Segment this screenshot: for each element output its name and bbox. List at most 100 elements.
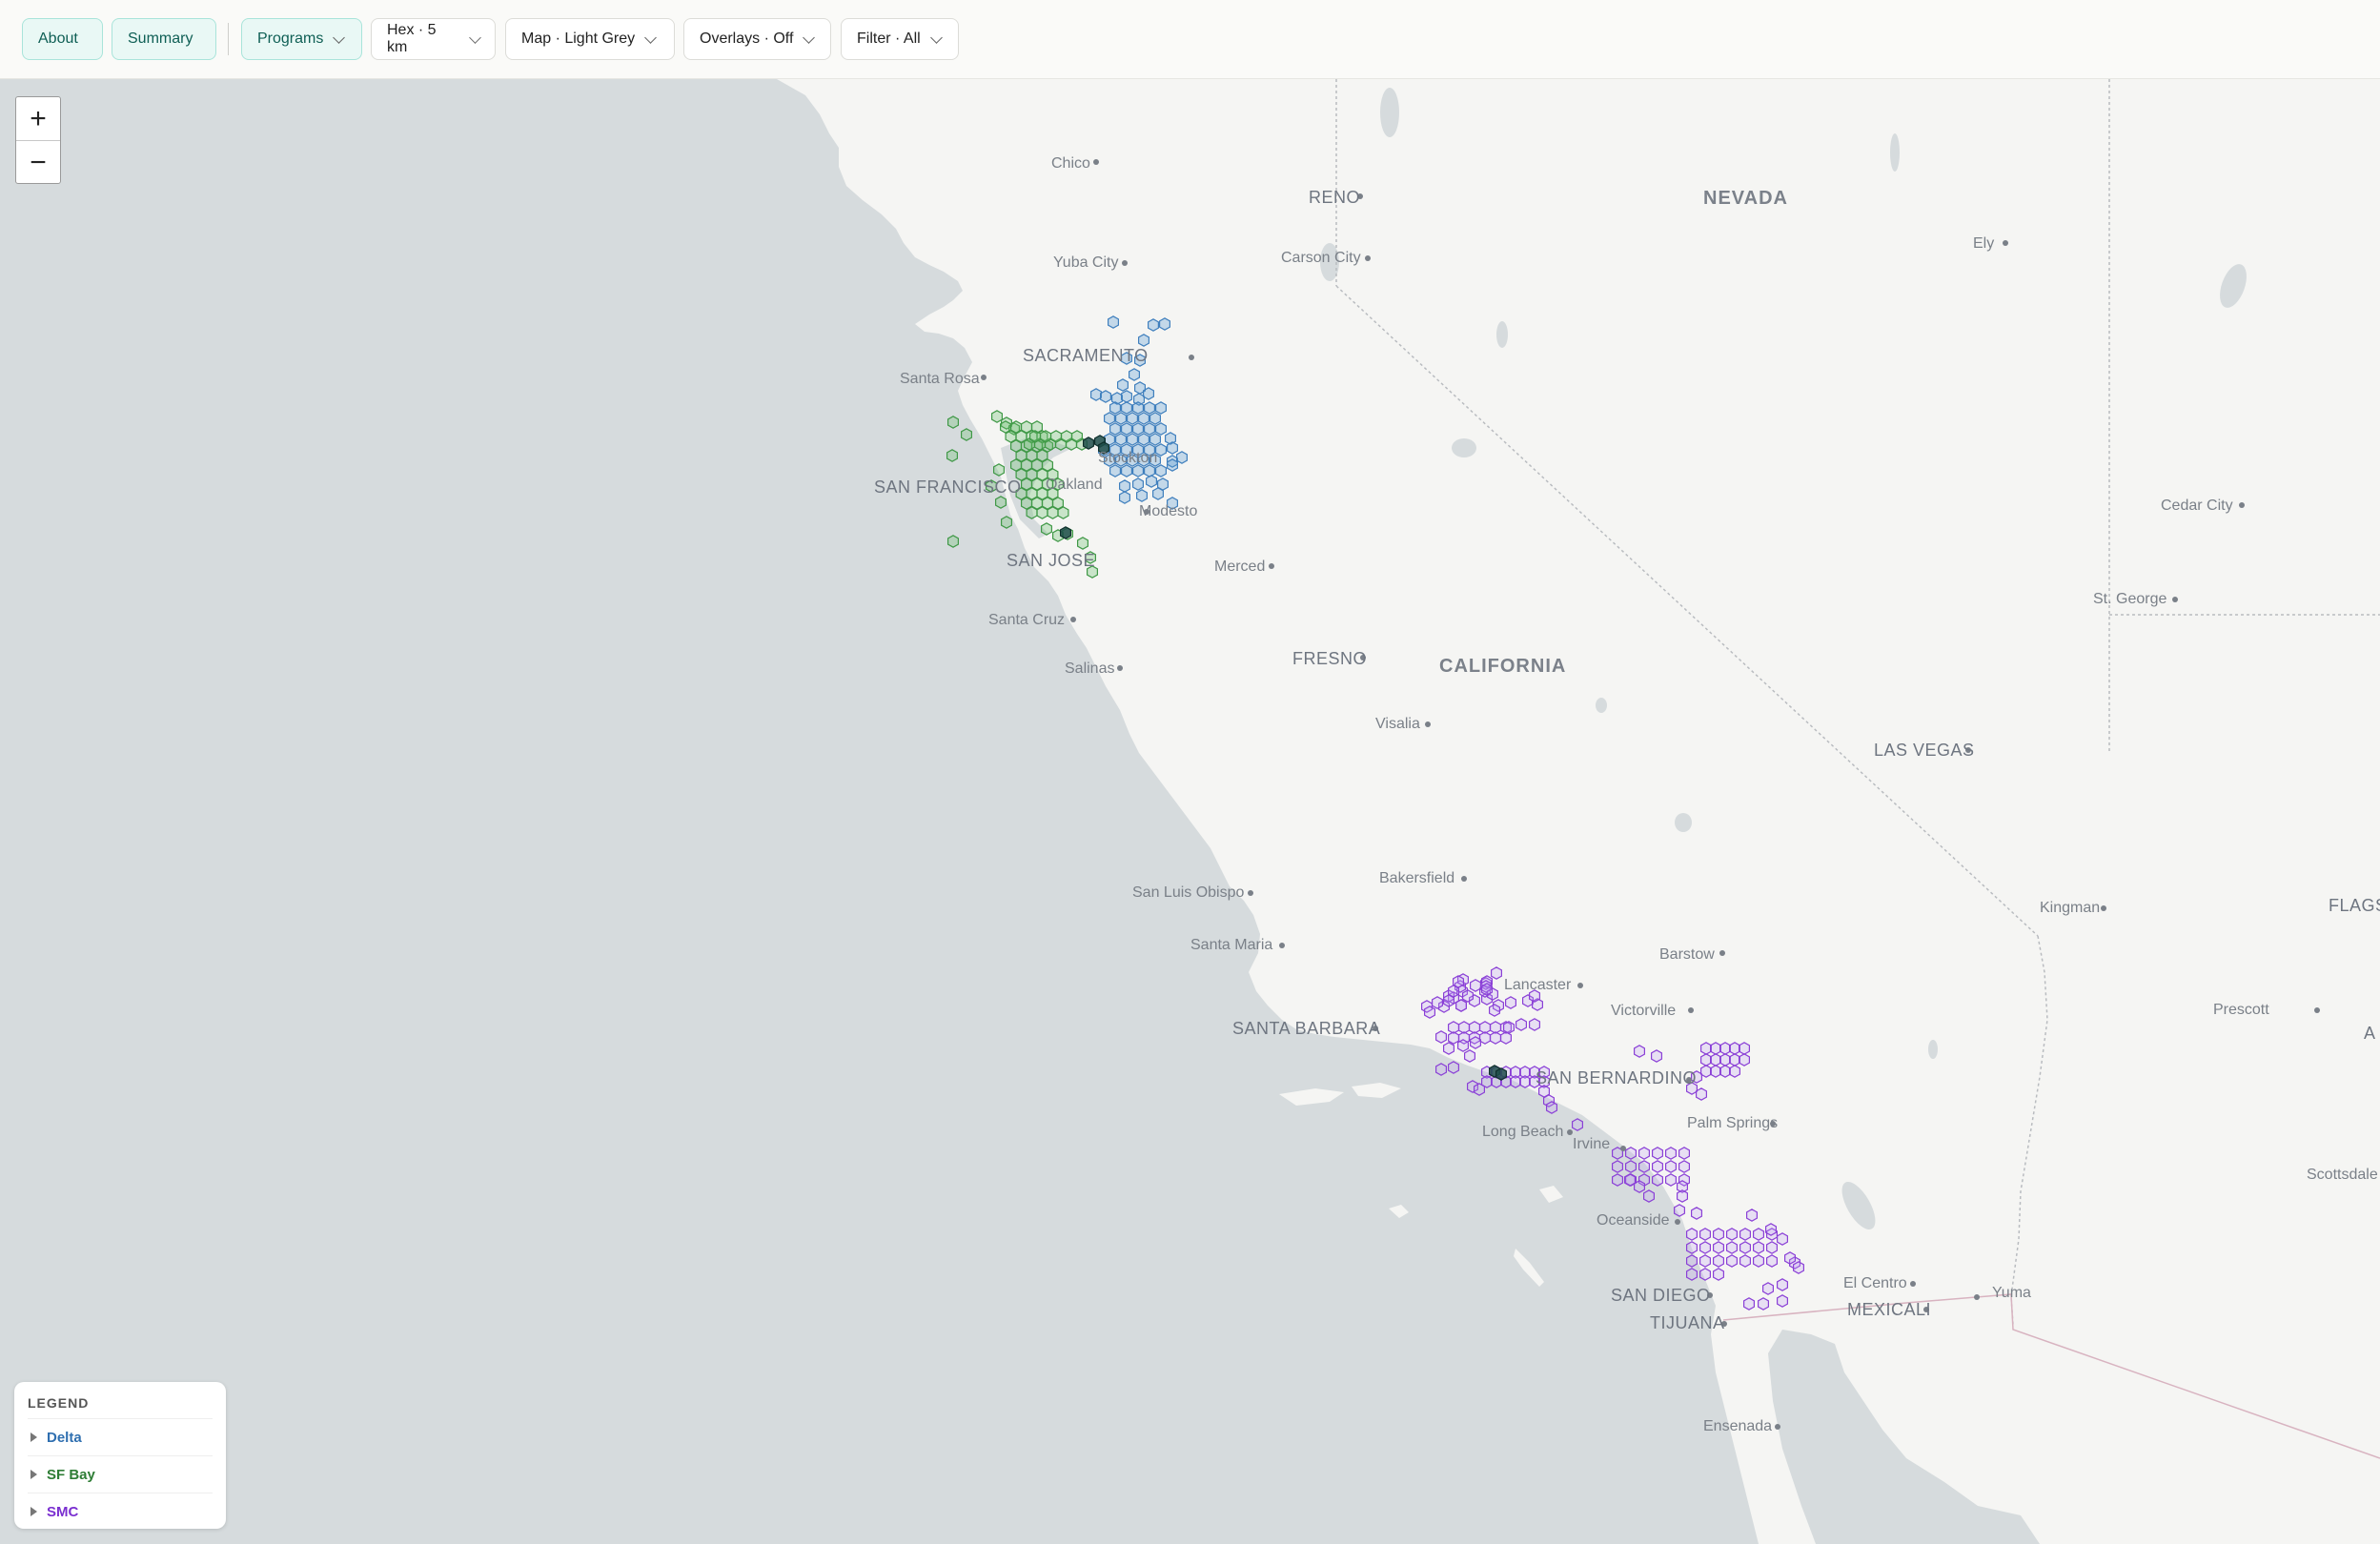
hex-cell-delta[interactable]	[1117, 378, 1129, 392]
hex-cell-smc[interactable]	[1470, 1036, 1481, 1049]
hex-cell-smc[interactable]	[1719, 1053, 1731, 1067]
hex-cell-smc[interactable]	[1699, 1241, 1711, 1254]
hex-cell-sfbay[interactable]	[961, 428, 972, 441]
hex-cell-delta[interactable]	[1148, 318, 1159, 332]
hex-cell-smc[interactable]	[1710, 1042, 1721, 1055]
hex-cell-smc[interactable]	[1777, 1232, 1788, 1246]
legend-item-smc[interactable]: SMC	[28, 1493, 213, 1530]
hex-cell-smc[interactable]	[1777, 1294, 1788, 1308]
hex-cell-smc[interactable]	[1729, 1065, 1740, 1078]
hex-cell-sfbay[interactable]	[946, 449, 958, 462]
hex-cell-smc[interactable]	[1665, 1147, 1677, 1160]
hex-cell-smc[interactable]	[1753, 1228, 1764, 1241]
hex-cell-delta[interactable]	[1115, 433, 1127, 446]
hex-cell-smc[interactable]	[1643, 1189, 1655, 1203]
hex-cell-smc[interactable]	[1739, 1254, 1751, 1268]
hex-cell-delta[interactable]	[1176, 451, 1188, 464]
map-canvas[interactable]: NEVADA CALIFORNIA RENO Chico Carson City…	[0, 79, 2380, 1544]
hex-cell-delta[interactable]	[1121, 464, 1132, 477]
hex-cell-smc[interactable]	[1713, 1228, 1724, 1241]
hex-cell-delta[interactable]	[1129, 368, 1140, 381]
hex-cell-smc[interactable]	[1700, 1065, 1712, 1078]
zoom-out-button[interactable]: −	[16, 141, 60, 184]
hex-cell-sfbay[interactable]	[1026, 506, 1038, 519]
hex-cell-smc[interactable]	[1710, 1053, 1721, 1067]
hex-cell-delta[interactable]	[1159, 317, 1170, 331]
hex-cell-delta[interactable]	[1167, 458, 1178, 472]
hex-cell-delta[interactable]	[1119, 491, 1130, 504]
hex-cell-smc[interactable]	[1634, 1045, 1645, 1058]
hex-cell-delta[interactable]	[1144, 401, 1155, 415]
hex-cell-sfbay[interactable]	[947, 535, 959, 548]
hex-cell-smc[interactable]	[1462, 989, 1474, 1003]
hex-cell-smc[interactable]	[1443, 994, 1454, 1007]
hex-cell-delta[interactable]	[1109, 464, 1121, 477]
hex-cell-sfbay[interactable]	[1029, 430, 1041, 443]
map-style-dropdown[interactable]: Map · Light Grey	[505, 18, 675, 60]
hex-cell-delta[interactable]	[1138, 334, 1149, 347]
hex-cell-smc[interactable]	[1624, 1173, 1636, 1187]
hex-cell-smc[interactable]	[1678, 1147, 1690, 1160]
hex-cell-smc[interactable]	[1638, 1160, 1650, 1173]
hex-cell-smc[interactable]	[1479, 1031, 1491, 1045]
hex-cell-sfbay[interactable]	[1047, 506, 1059, 519]
hex-cell-smc[interactable]	[1686, 1228, 1698, 1241]
hex-cell-smc[interactable]	[1729, 1053, 1740, 1067]
hex-cell-delta[interactable]	[1121, 390, 1132, 403]
hex-cell-smc[interactable]	[1746, 1209, 1758, 1222]
hex-cell-smc[interactable]	[1665, 1173, 1677, 1187]
hex-cell-delta[interactable]	[1149, 412, 1161, 425]
hex-cell-delta[interactable]	[1155, 401, 1167, 415]
hex-cell-smc[interactable]	[1500, 1031, 1512, 1045]
hex-cell-smc[interactable]	[1739, 1042, 1750, 1055]
hex-cell-smc[interactable]	[1696, 1087, 1707, 1101]
hex-cell-smc[interactable]	[1529, 1018, 1540, 1031]
hex-cell-delta[interactable]	[1132, 464, 1144, 477]
hex-cell-smc[interactable]	[1464, 1049, 1475, 1063]
hex-cell-smc[interactable]	[1489, 1004, 1500, 1017]
hex-cell-delta[interactable]	[1127, 433, 1138, 446]
hex-cell-smc[interactable]	[1713, 1268, 1724, 1281]
hex-cell-smc[interactable]	[1784, 1251, 1796, 1265]
hex-cell-delta[interactable]	[1149, 433, 1161, 446]
hex-cell-sfbay[interactable]	[947, 416, 959, 429]
hex-cell-delta[interactable]	[1127, 412, 1138, 425]
hex-cell-sfbay[interactable]	[1036, 506, 1048, 519]
hex-cell-smc[interactable]	[1503, 1021, 1515, 1034]
hex-cell-smc[interactable]	[1686, 1268, 1698, 1281]
hex-cell-sfbay[interactable]	[1061, 430, 1072, 443]
programs-dropdown[interactable]: Programs	[241, 18, 362, 60]
hex-cell-smc[interactable]	[1726, 1228, 1738, 1241]
hex-cell-delta[interactable]	[1155, 422, 1167, 436]
hex-cell-delta[interactable]	[1144, 422, 1155, 436]
overlays-dropdown[interactable]: Overlays · Off	[683, 18, 831, 60]
hex-cell-smc[interactable]	[1435, 1030, 1447, 1044]
hex-cell-sfbay[interactable]	[1040, 430, 1051, 443]
hex-cell-delta[interactable]	[1109, 422, 1121, 436]
hex-cell-smc[interactable]	[1470, 979, 1481, 992]
hex-cell-delta[interactable]	[1132, 422, 1144, 436]
hex-cell-sfbay[interactable]	[1041, 522, 1052, 536]
hex-cell-smc[interactable]	[1612, 1160, 1623, 1173]
hex-cell-smc[interactable]	[1699, 1254, 1711, 1268]
hex-cell-sfbay[interactable]	[993, 463, 1005, 477]
hex-cell-sfbay[interactable]	[1050, 430, 1062, 443]
hex-cell-smc[interactable]	[1739, 1053, 1750, 1067]
hex-cell-sfbay[interactable]	[1057, 506, 1069, 519]
hex-cell-overlap[interactable]	[1495, 1067, 1507, 1081]
hex-cell-smc[interactable]	[1710, 1065, 1721, 1078]
hex-cell-smc[interactable]	[1726, 1254, 1738, 1268]
hex-cell-smc[interactable]	[1625, 1160, 1637, 1173]
hex-cell-overlap[interactable]	[1083, 437, 1094, 450]
hex-cell-smc[interactable]	[1700, 1042, 1712, 1055]
hex-cell-smc[interactable]	[1448, 1061, 1459, 1074]
hex-cell-smc[interactable]	[1762, 1282, 1774, 1295]
hex-cell-delta[interactable]	[1138, 433, 1149, 446]
hex-cell-smc[interactable]	[1753, 1241, 1764, 1254]
hex-cell-sfbay[interactable]	[991, 410, 1003, 423]
hex-cell-smc[interactable]	[1758, 1297, 1769, 1310]
hex-cell-delta[interactable]	[1138, 412, 1149, 425]
hex-cell-delta[interactable]	[1121, 401, 1132, 415]
hex-cell-smc[interactable]	[1699, 1228, 1711, 1241]
hex-cell-smc[interactable]	[1739, 1228, 1751, 1241]
